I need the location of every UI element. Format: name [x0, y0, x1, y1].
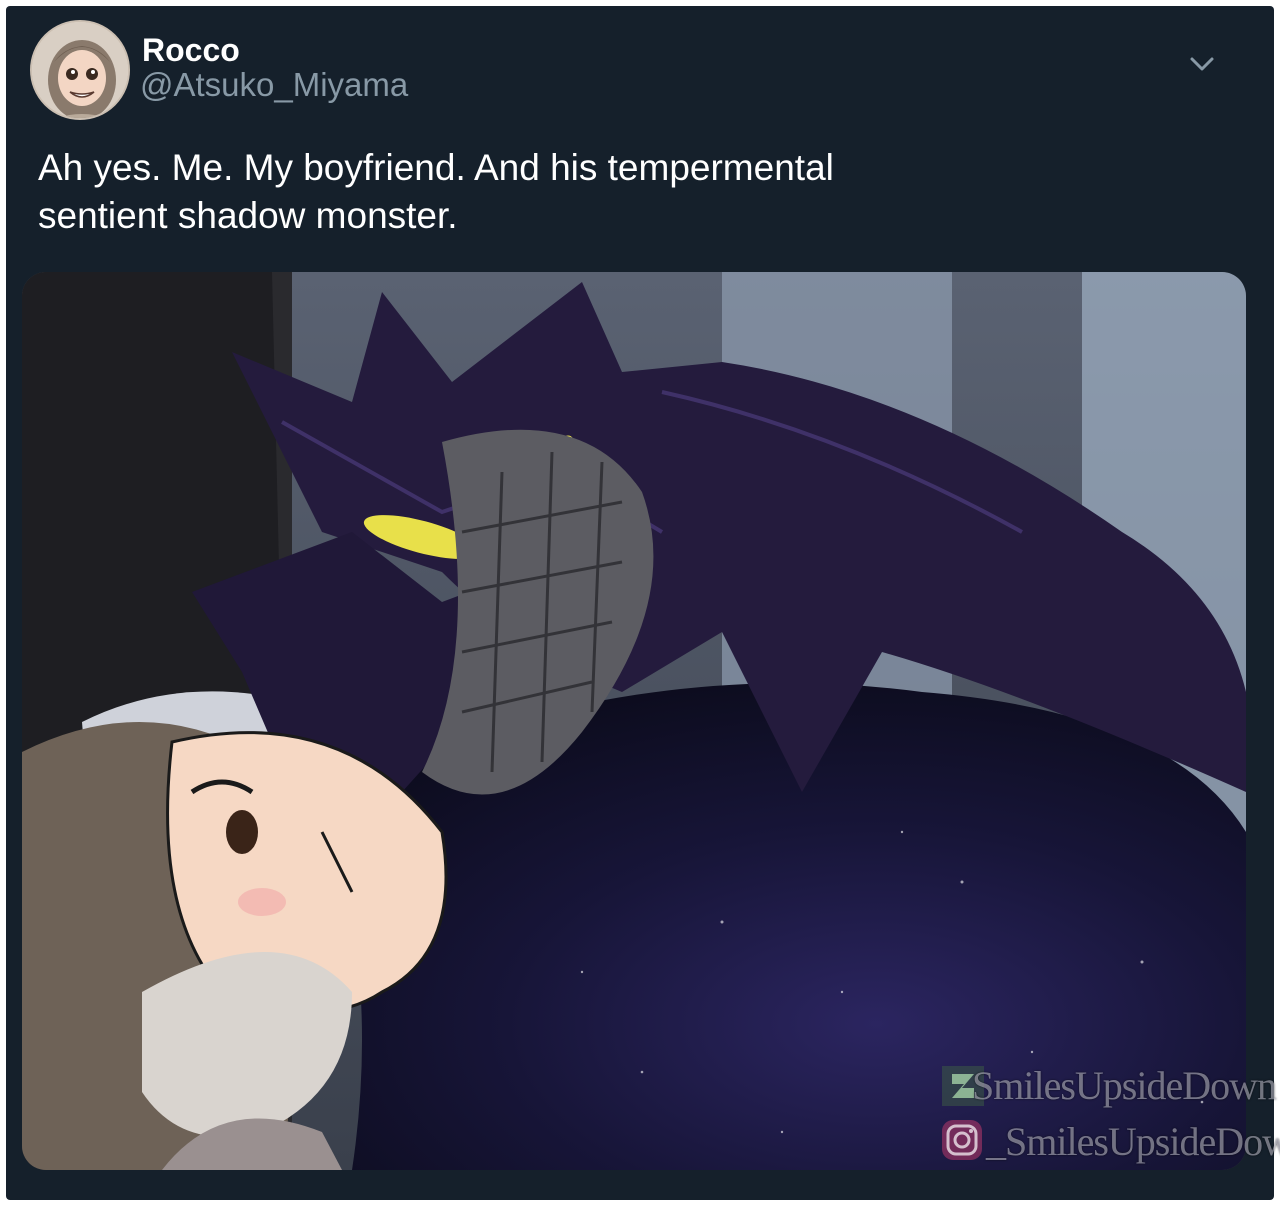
tweet-text-line: sentient shadow monster.	[38, 195, 458, 236]
tweet-media-image[interactable]	[22, 272, 1246, 1170]
chevron-down-icon[interactable]	[1184, 46, 1220, 82]
avatar-portrait	[32, 22, 128, 118]
display-name[interactable]: Rocco	[142, 32, 240, 68]
instagram-icon	[940, 1118, 984, 1162]
avatar[interactable]	[30, 20, 130, 120]
tweet-text: Ah yes. Me. My boyfriend. And his temper…	[38, 144, 1138, 240]
user-handle[interactable]: @Atsuko_Miyama	[140, 66, 408, 104]
artwork-illustration	[22, 272, 1246, 1170]
watermark-deviantart-text: SmilesUpsideDown	[972, 1063, 1277, 1108]
tweet-text-line: Ah yes. Me. My boyfriend. And his temper…	[38, 147, 834, 188]
watermark-instagram-text: _SmilesUpsideDown_	[986, 1119, 1280, 1164]
